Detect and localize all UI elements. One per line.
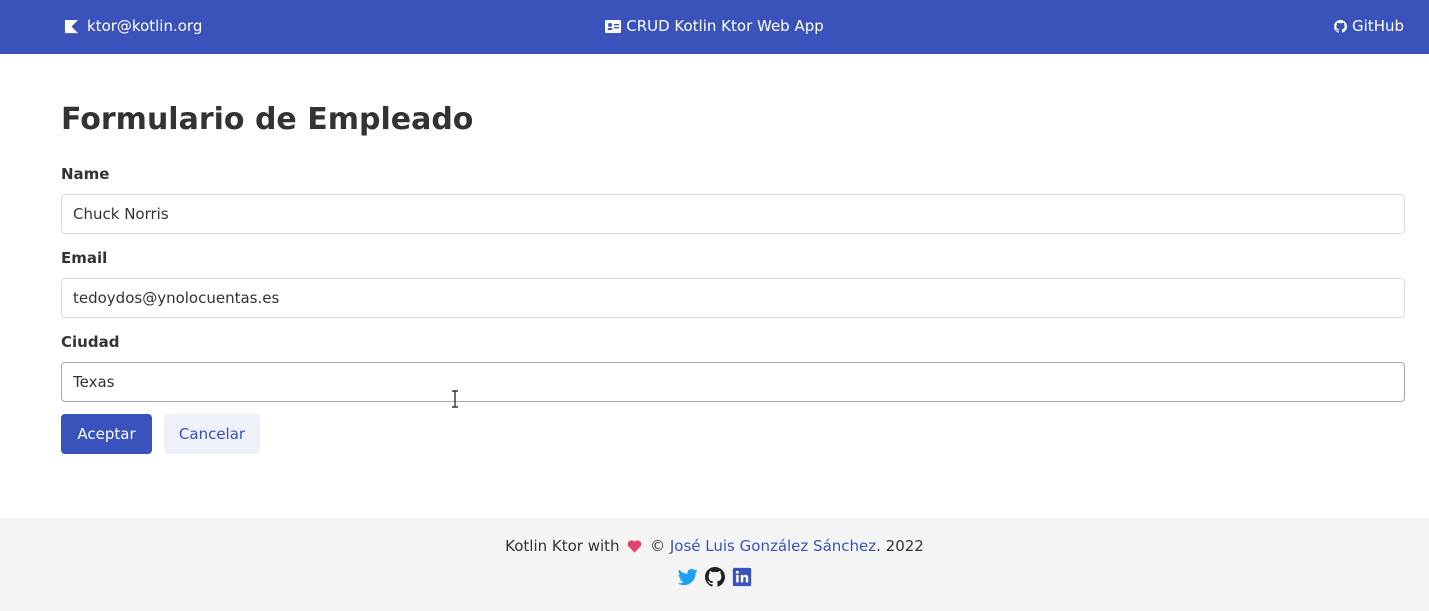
github-icon[interactable] <box>704 567 725 587</box>
app-title: CRUD Kotlin Ktor Web App <box>0 15 1429 37</box>
footer: Kotlin Ktor with © José Luis González Sá… <box>0 518 1429 611</box>
linkedin-icon[interactable] <box>732 567 752 587</box>
social-links <box>0 566 1429 588</box>
name-label: Name <box>61 165 110 183</box>
email-input[interactable] <box>61 278 1405 318</box>
github-label: GitHub <box>1352 17 1404 35</box>
footer-year: . 2022 <box>876 537 924 555</box>
name-input[interactable] <box>61 194 1405 234</box>
city-label: Ciudad <box>61 333 120 351</box>
cancel-button[interactable]: Cancelar <box>164 414 260 454</box>
footer-credits: Kotlin Ktor with © José Luis González Sá… <box>0 536 1429 556</box>
github-link[interactable]: GitHub <box>1334 15 1404 37</box>
github-icon <box>1334 19 1348 33</box>
footer-prefix: Kotlin Ktor with <box>505 537 625 555</box>
page-title: Formulario de Empleado <box>61 102 474 137</box>
navbar: ktor@kotlin.org CRUD Kotlin Ktor Web App… <box>0 0 1429 54</box>
accept-button[interactable]: Aceptar <box>61 414 152 454</box>
email-label: Email <box>61 249 108 267</box>
heart-icon <box>628 540 642 553</box>
id-card-icon <box>605 19 622 33</box>
twitter-icon[interactable] <box>677 567 698 587</box>
app-title-label: CRUD Kotlin Ktor Web App <box>626 17 824 35</box>
footer-copyright: © <box>645 537 670 555</box>
author-link[interactable]: José Luis González Sánchez <box>670 537 876 555</box>
city-input[interactable] <box>61 362 1405 402</box>
text-cursor-icon <box>452 390 458 408</box>
